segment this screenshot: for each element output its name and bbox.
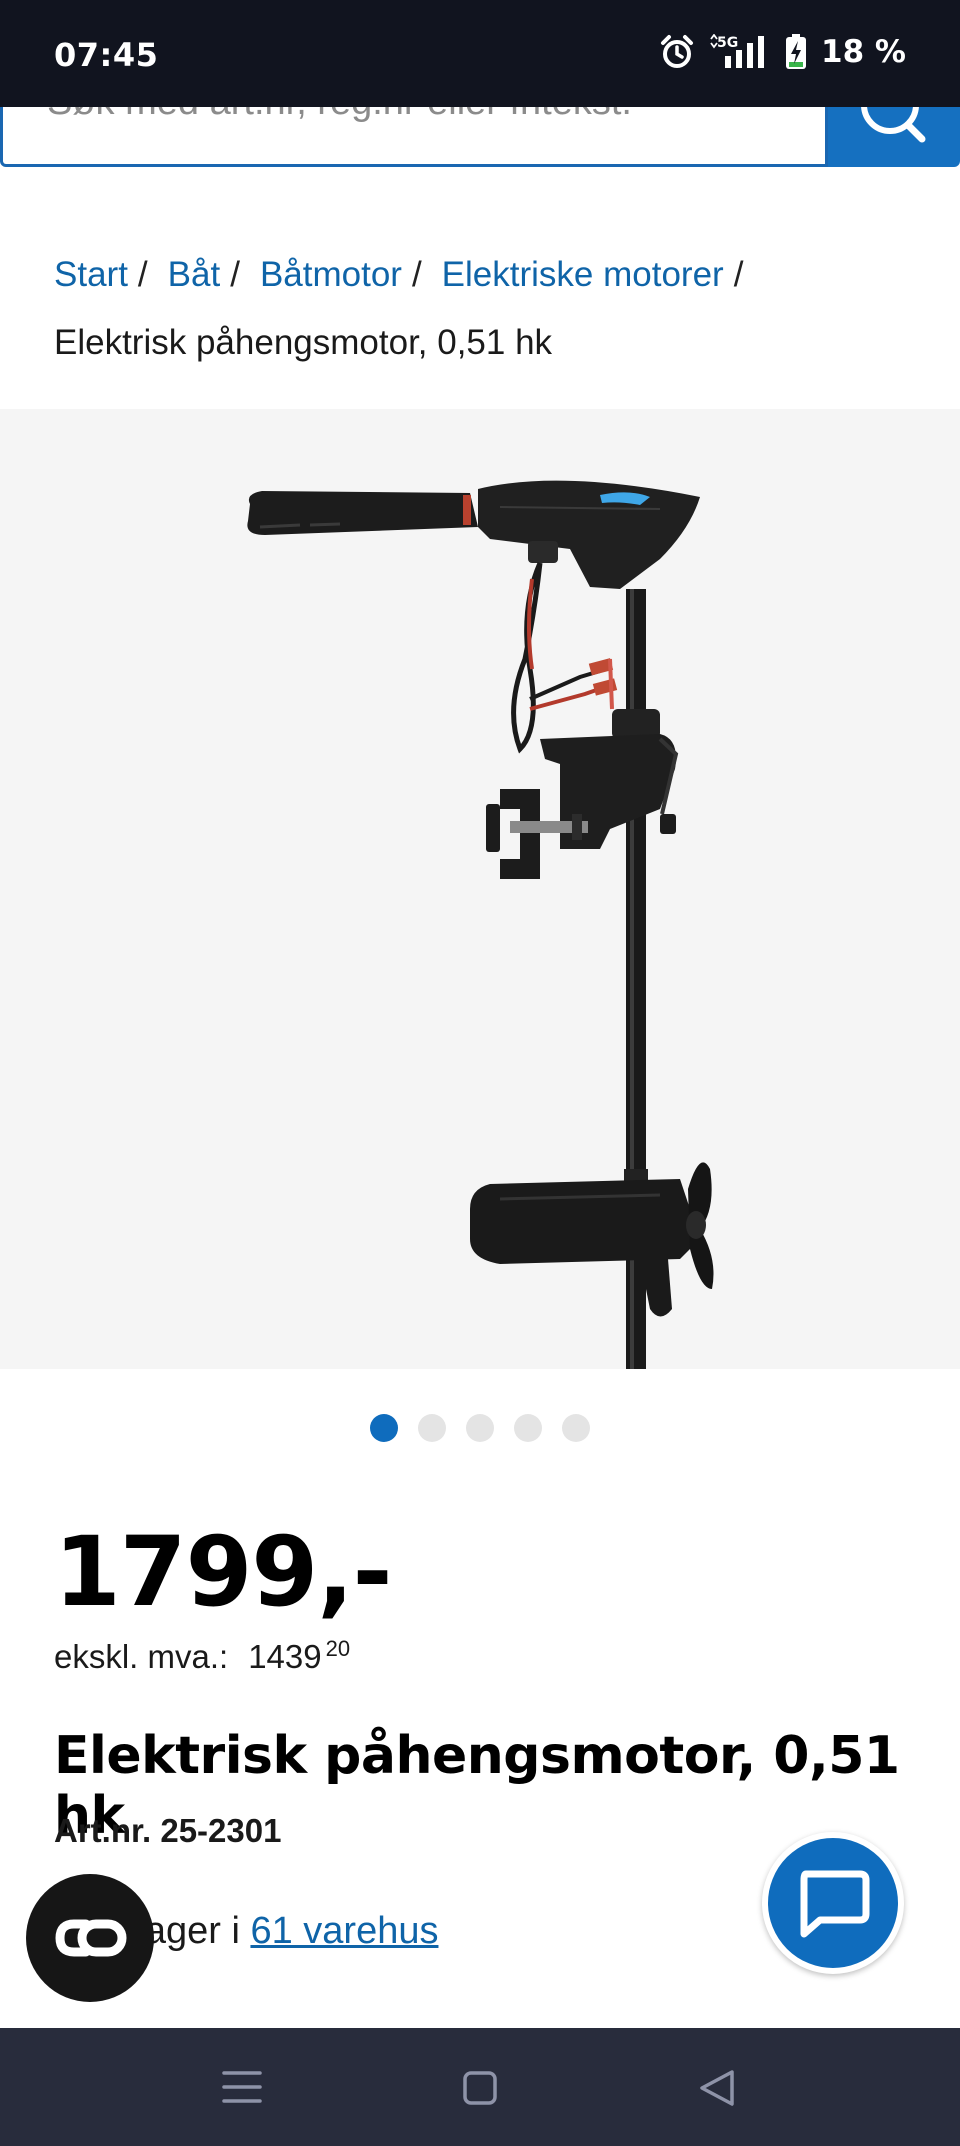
search-icon	[861, 107, 926, 143]
gallery-dot-4[interactable]	[514, 1414, 542, 1442]
signal-icon: 5G	[709, 34, 771, 70]
breadcrumb-link-start[interactable]: Start	[54, 255, 128, 294]
product-image-trolling-motor	[247, 480, 714, 1369]
gallery-dot-5[interactable]	[562, 1414, 590, 1442]
product-price: 1799,-	[54, 1516, 392, 1628]
ex-vat-cents: 20	[325, 1636, 351, 1661]
gallery-dot-3[interactable]	[466, 1414, 494, 1442]
alarm-icon	[659, 34, 695, 70]
co-link-button[interactable]	[26, 1874, 154, 2002]
nav-home-button[interactable]	[420, 2028, 540, 2146]
ex-vat-amount: 1439	[248, 1638, 322, 1675]
battery-charging-icon	[785, 34, 807, 70]
stock-warehouse-link[interactable]: 61 varehus	[250, 1910, 438, 1952]
search-button[interactable]	[828, 107, 960, 167]
ex-vat-label: ekskl. mva.:	[54, 1638, 229, 1675]
gallery-dot-1[interactable]	[370, 1414, 398, 1442]
network-label: 5G	[717, 35, 738, 51]
nav-menu-button[interactable]	[182, 2028, 302, 2146]
status-bar: 07:45 5G 18 %	[0, 0, 960, 107]
gallery-pagination	[0, 1414, 960, 1444]
back-icon	[700, 2070, 734, 2106]
co-link-icon	[55, 1919, 127, 1957]
breadcrumb: Start / Båt / Båtmotor / Elektriske motorer / E…	[54, 240, 934, 378]
chat-icon	[800, 1870, 870, 1938]
breadcrumb-link-batmotor[interactable]: Båtmotor	[260, 255, 402, 294]
search-input[interactable]: Søk med art.nr, reg.nr eller fritekst.	[0, 107, 828, 167]
nav-back-button[interactable]	[656, 2028, 776, 2146]
breadcrumb-separator: /	[411, 255, 422, 294]
breadcrumb-separator: /	[733, 255, 744, 294]
article-number: Art.nr. 25-2301	[54, 1812, 282, 1849]
breadcrumb-separator: /	[230, 255, 240, 294]
product-image-gallery[interactable]	[0, 409, 960, 1369]
search-bar: Søk med art.nr, reg.nr eller fritekst.	[0, 107, 960, 167]
breadcrumb-separator: /	[137, 255, 148, 294]
menu-icon	[222, 2071, 262, 2103]
search-placeholder: Søk med art.nr, reg.nr eller fritekst.	[47, 107, 632, 124]
chat-button[interactable]	[762, 1832, 904, 1974]
breadcrumb-current: Elektrisk påhengsmotor, 0,51 hk	[54, 323, 553, 362]
battery-percent: 18 %	[821, 34, 906, 70]
breadcrumb-link-bat[interactable]: Båt	[168, 255, 221, 294]
status-time: 07:45	[54, 36, 159, 74]
gallery-dot-2[interactable]	[418, 1414, 446, 1442]
home-icon	[463, 2071, 497, 2105]
status-icons: 5G 18 %	[659, 34, 906, 70]
price-ex-vat: ekskl. mva.: 1439 20	[54, 1636, 350, 1676]
system-nav-bar	[0, 2028, 960, 2146]
breadcrumb-link-elektriske-motorer[interactable]: Elektriske motorer	[442, 255, 724, 294]
